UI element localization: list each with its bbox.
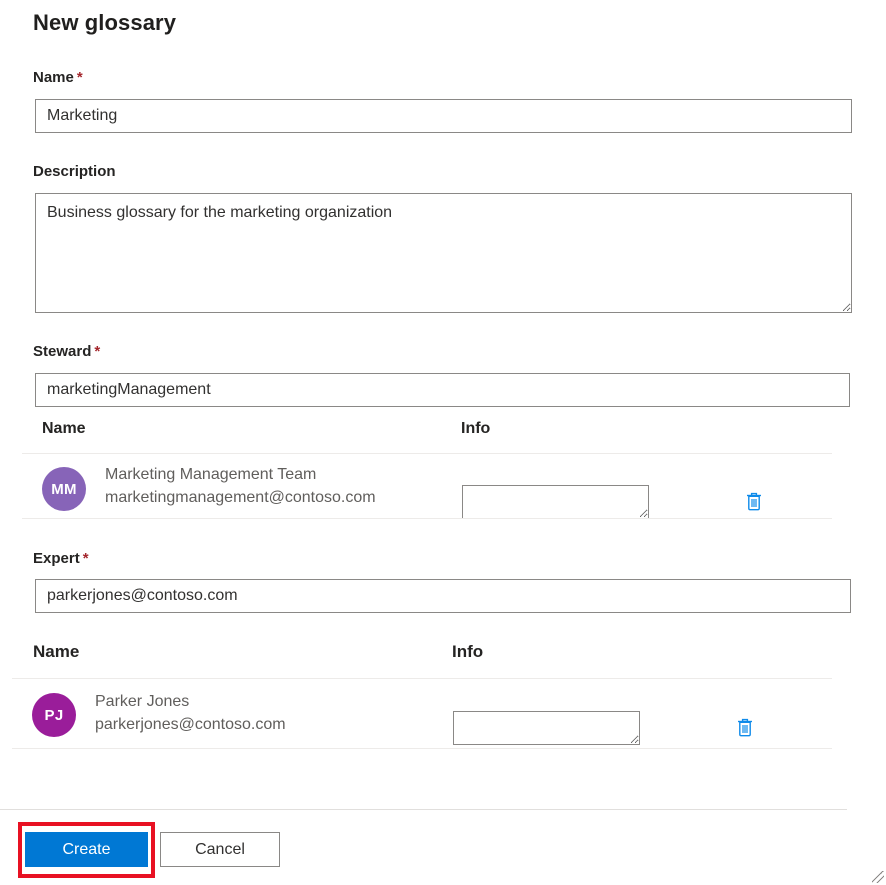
person-email: marketingmanagement@contoso.com: [105, 489, 376, 507]
steward-column-header-name: Name: [42, 420, 86, 438]
cancel-button[interactable]: Cancel: [160, 832, 280, 867]
person-name: Marketing Management Team: [105, 466, 316, 484]
expert-people-table: Name Info PJ Parker Jones parkerjones@co…: [0, 640, 886, 752]
table-row: PJ Parker Jones parkerjones@contoso.com: [0, 678, 886, 748]
expert-table-divider-bottom: [12, 748, 832, 749]
avatar: MM: [42, 467, 86, 511]
expert-column-header-name: Name: [33, 642, 79, 662]
trash-icon: [735, 716, 755, 740]
delete-steward-button[interactable]: [744, 490, 764, 514]
steward-column-header-info: Info: [461, 420, 490, 438]
steward-required-asterisk: *: [94, 343, 100, 360]
description-textarea[interactable]: [35, 193, 852, 313]
table-row: MM Marketing Management Team marketingma…: [0, 453, 886, 518]
steward-label-text: Steward: [33, 343, 91, 360]
name-required-asterisk: *: [77, 69, 83, 86]
expert-required-asterisk: *: [83, 550, 89, 567]
steward-table-divider-bottom: [22, 518, 832, 519]
name-input[interactable]: [35, 99, 852, 133]
delete-expert-button[interactable]: [735, 716, 755, 740]
create-button[interactable]: Create: [25, 832, 148, 867]
new-glossary-panel: New glossary Name* Description Steward* …: [0, 0, 886, 885]
expert-column-header-info: Info: [452, 642, 483, 662]
trash-icon: [744, 490, 764, 514]
page-title: New glossary: [33, 10, 176, 36]
expert-info-textarea[interactable]: [453, 711, 640, 745]
name-label-text: Name: [33, 69, 74, 86]
description-label-text: Description: [33, 163, 116, 180]
avatar: PJ: [32, 693, 76, 737]
expert-field-label: Expert*: [33, 550, 89, 567]
description-field-label: Description: [33, 163, 116, 180]
steward-info-textarea[interactable]: [462, 485, 649, 519]
footer-divider: [0, 809, 847, 810]
expert-label-text: Expert: [33, 550, 80, 567]
name-field-label: Name*: [33, 69, 83, 86]
steward-input[interactable]: [35, 373, 850, 407]
person-email: parkerjones@contoso.com: [95, 716, 286, 734]
steward-field-label: Steward*: [33, 343, 100, 360]
person-name: Parker Jones: [95, 693, 189, 711]
steward-people-table: Name Info MM Marketing Management Team m…: [0, 418, 886, 530]
expert-input[interactable]: [35, 579, 851, 613]
window-resize-grip[interactable]: [872, 871, 884, 883]
